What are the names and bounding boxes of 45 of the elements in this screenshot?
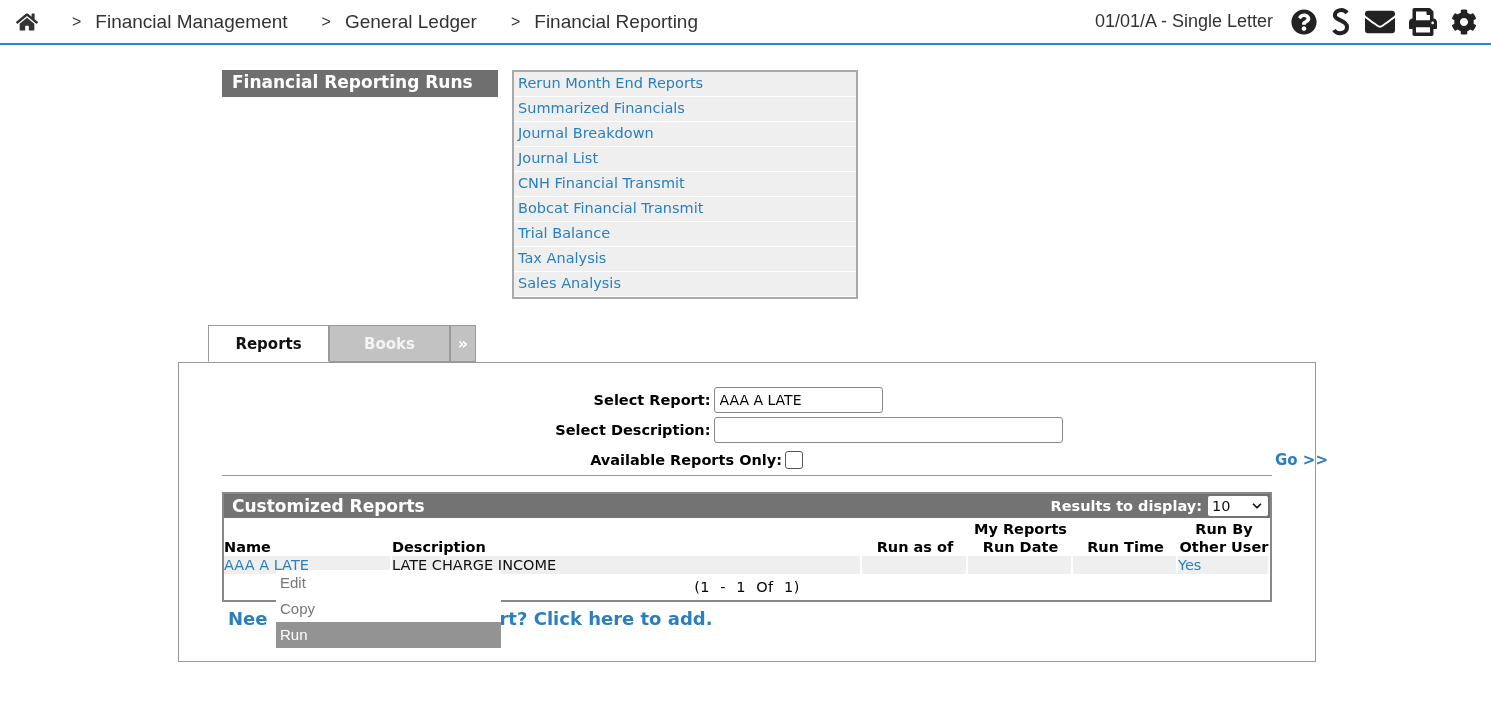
column-header: Run Time xyxy=(1086,538,1165,556)
report-field[interactable]: AAA A LATE xyxy=(713,387,883,413)
checkbox[interactable] xyxy=(785,451,803,469)
menu-item[interactable]: Run xyxy=(276,622,501,648)
print-icon[interactable] xyxy=(1409,7,1437,36)
add-report-link[interactable]: rt? Click here to add. xyxy=(499,608,713,629)
column-header: Run By Other User xyxy=(1178,520,1270,556)
run-by-link[interactable]: Yes xyxy=(1178,556,1270,574)
add-report-link[interactable]: Nee xyxy=(228,608,268,629)
breadcrumb-link[interactable]: Financial Reporting xyxy=(534,10,698,33)
breadcrumb-link[interactable]: Financial Management xyxy=(95,10,288,33)
tab[interactable]: Reports xyxy=(208,325,329,362)
breadcrumb-separator: > xyxy=(321,12,331,31)
report-link[interactable]: Bobcat Financial Transmit xyxy=(514,197,856,222)
report-link[interactable]: CNH Financial Transmit xyxy=(514,172,856,197)
results-label: Results to display: xyxy=(1050,498,1202,514)
report-link[interactable]: Sales Analysis xyxy=(514,272,856,297)
home-icon[interactable] xyxy=(16,10,38,33)
section-title: Financial Reporting Runs xyxy=(222,70,498,97)
pager-text: (1 - 1 Of 1) xyxy=(694,579,800,595)
breadcrumb-separator: > xyxy=(72,12,82,31)
column-header: Run as of xyxy=(875,538,955,556)
column-header: Description xyxy=(392,538,487,556)
column-header: My Reports Run Date xyxy=(973,520,1068,556)
description-field[interactable] xyxy=(713,417,1063,443)
settings-icon[interactable] xyxy=(1451,8,1477,35)
report-link[interactable]: Tax Analysis xyxy=(514,247,856,272)
report-link[interactable]: Summarized Financials xyxy=(514,97,856,122)
column-header: Name xyxy=(224,538,272,556)
s-logo-icon[interactable] xyxy=(1331,7,1351,36)
results-select[interactable]: 10 xyxy=(1208,496,1268,516)
field-label: Select Description: xyxy=(554,422,711,438)
company-label: 01/01/A - Single Letter xyxy=(1094,11,1273,32)
report-link[interactable]: Journal List xyxy=(514,147,856,172)
go-link[interactable]: Go >> xyxy=(1275,451,1328,469)
report-link[interactable]: Trial Balance xyxy=(514,222,856,247)
table-title: Customized Reports xyxy=(232,496,425,516)
table-cell: LATE CHARGE INCOME xyxy=(392,556,862,574)
breadcrumb-separator: > xyxy=(510,12,521,31)
breadcrumb-link[interactable]: General Ledger xyxy=(344,10,477,33)
field-label: Available Reports Only: xyxy=(589,452,782,468)
help-icon[interactable] xyxy=(1291,8,1317,35)
report-link[interactable]: Journal Breakdown xyxy=(514,122,856,147)
report-link[interactable]: Rerun Month End Reports xyxy=(514,72,856,97)
field-label: Select Report: xyxy=(592,392,711,408)
